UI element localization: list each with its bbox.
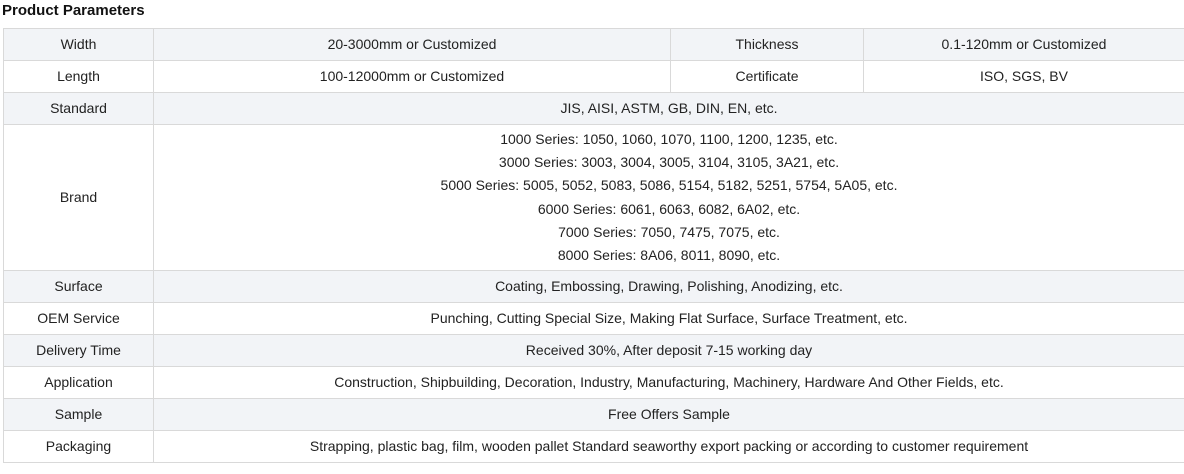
row-packaging: Packaging Strapping, plastic bag, film, … <box>3 430 1184 463</box>
row-delivery-time: Delivery Time Received 30%, After deposi… <box>3 334 1184 367</box>
brand-line: 8000 Series: 8A06, 8011, 8090, etc. <box>557 247 781 264</box>
brand-value: 1000 Series: 1050, 1060, 1070, 1100, 120… <box>153 124 1184 271</box>
thickness-label: Thickness <box>670 28 864 61</box>
brand-line: 7000 Series: 7050, 7475, 7075, etc. <box>558 223 780 240</box>
certificate-label: Certificate <box>670 60 864 93</box>
length-value: 100-12000mm or Customized <box>153 60 671 93</box>
surface-label: Surface <box>3 270 154 303</box>
brand-line: 3000 Series: 3003, 3004, 3005, 3104, 310… <box>498 153 840 170</box>
brand-label: Brand <box>3 124 154 271</box>
brand-line: 6000 Series: 6061, 6063, 6082, 6A02, etc… <box>537 200 801 217</box>
row-standard: Standard JIS, AISI, ASTM, GB, DIN, EN, e… <box>3 92 1184 125</box>
width-value: 20-3000mm or Customized <box>153 28 671 61</box>
standard-value: JIS, AISI, ASTM, GB, DIN, EN, etc. <box>153 92 1184 125</box>
sample-value: Free Offers Sample <box>153 398 1184 431</box>
oem-label: OEM Service <box>3 302 154 335</box>
product-parameters-table: Width 20-3000mm or Customized Thickness … <box>3 28 1184 463</box>
thickness-value: 0.1-120mm or Customized <box>863 28 1184 61</box>
row-width-thickness: Width 20-3000mm or Customized Thickness … <box>3 28 1184 61</box>
certificate-value: ISO, SGS, BV <box>863 60 1184 93</box>
application-value: Construction, Shipbuilding, Decoration, … <box>153 366 1184 399</box>
length-label: Length <box>3 60 154 93</box>
row-length-certificate: Length 100-12000mm or Customized Certifi… <box>3 60 1184 93</box>
page-title: Product Parameters <box>2 2 145 19</box>
oem-value: Punching, Cutting Special Size, Making F… <box>153 302 1184 335</box>
application-label: Application <box>3 366 154 399</box>
row-oem-service: OEM Service Punching, Cutting Special Si… <box>3 302 1184 335</box>
brand-line: 1000 Series: 1050, 1060, 1070, 1100, 120… <box>500 130 838 147</box>
surface-value: Coating, Embossing, Drawing, Polishing, … <box>153 270 1184 303</box>
row-application: Application Construction, Shipbuilding, … <box>3 366 1184 399</box>
row-sample: Sample Free Offers Sample <box>3 398 1184 431</box>
delivery-value: Received 30%, After deposit 7-15 working… <box>153 334 1184 367</box>
sample-label: Sample <box>3 398 154 431</box>
standard-label: Standard <box>3 92 154 125</box>
brand-line: 5000 Series: 5005, 5052, 5083, 5086, 515… <box>440 177 898 194</box>
row-surface: Surface Coating, Embossing, Drawing, Pol… <box>3 270 1184 303</box>
width-label: Width <box>3 28 154 61</box>
packaging-label: Packaging <box>3 430 154 463</box>
delivery-label: Delivery Time <box>3 334 154 367</box>
packaging-value: Strapping, plastic bag, film, wooden pal… <box>153 430 1184 463</box>
row-brand: Brand 1000 Series: 1050, 1060, 1070, 110… <box>3 124 1184 271</box>
